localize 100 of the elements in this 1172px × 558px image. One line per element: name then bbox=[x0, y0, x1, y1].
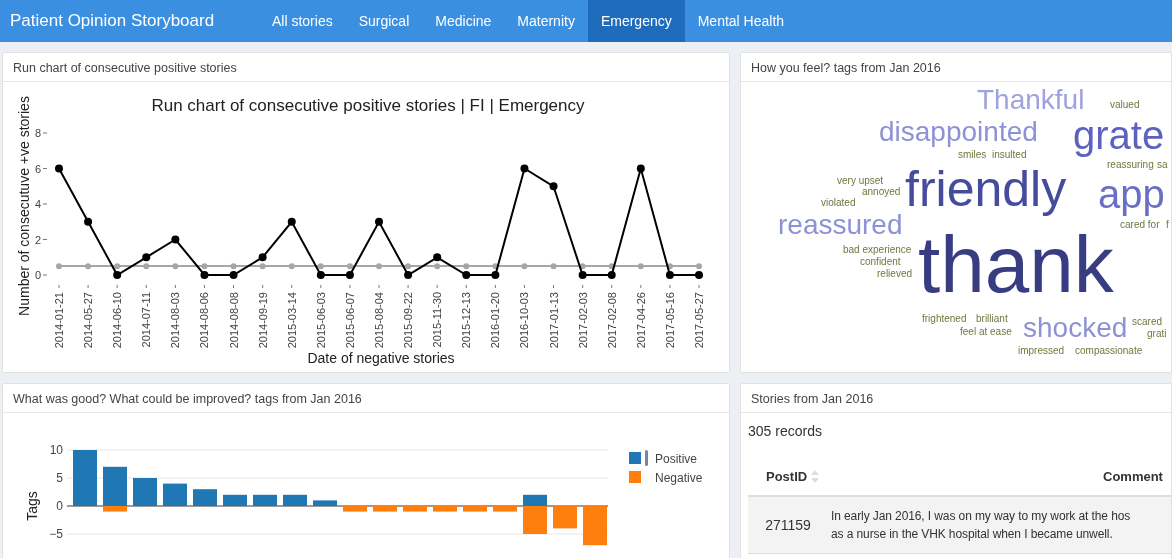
x-tick-label: 2014-09-19 bbox=[256, 292, 269, 349]
data-point bbox=[85, 263, 92, 270]
bar bbox=[223, 494, 247, 506]
y-tick-label: 10 bbox=[49, 443, 63, 457]
data-point bbox=[288, 263, 295, 270]
x-tick-label: 2014-06-10 bbox=[111, 292, 124, 349]
x-tick-label: 2017-04-26 bbox=[634, 292, 647, 349]
bar bbox=[433, 506, 457, 512]
data-point bbox=[142, 253, 151, 262]
legend-swatch bbox=[629, 471, 641, 483]
data-point bbox=[550, 263, 557, 270]
panel-header: Run chart of consecutive positive stories bbox=[3, 53, 729, 82]
x-axis-title: Date of negative stories bbox=[307, 350, 455, 366]
x-tick-label: 2014-08-03 bbox=[169, 292, 182, 349]
y-tick-label: 0 bbox=[56, 499, 63, 513]
data-point bbox=[521, 263, 528, 270]
cloud-word: grati bbox=[1147, 328, 1167, 340]
bar bbox=[403, 506, 427, 512]
nav-tab[interactable]: Medicine bbox=[422, 0, 505, 42]
bar bbox=[193, 489, 217, 506]
cloud-word: disappointed bbox=[879, 116, 1038, 149]
x-tick-label: 2017-02-08 bbox=[605, 292, 618, 349]
cloud-word: valued bbox=[1110, 99, 1140, 111]
table-cell-text: In early Jan 2016, I was on my way to my work at the hos as a nurse in the VHK hospital when I became unwell. bbox=[830, 508, 1131, 543]
x-tick-label: 2014-05-27 bbox=[82, 292, 95, 349]
y-tick-label: 6 bbox=[34, 162, 41, 175]
cloud-word: shocked bbox=[1023, 312, 1128, 345]
legend-label[interactable]: Positive bbox=[655, 452, 698, 466]
data-point bbox=[636, 164, 645, 173]
cloud-word: smiles bbox=[958, 149, 987, 161]
nav-tab[interactable]: Emergency bbox=[587, 0, 685, 42]
x-tick-label: 2015-11-30 bbox=[431, 292, 444, 348]
column-header[interactable]: PostID bbox=[748, 468, 842, 484]
bar bbox=[283, 494, 307, 506]
x-tick-label: 2017-02-03 bbox=[576, 292, 589, 349]
data-point bbox=[55, 164, 63, 173]
legend-swatch bbox=[629, 452, 641, 464]
x-tick-label: 2016-10-03 bbox=[518, 292, 531, 349]
data-point bbox=[84, 217, 93, 226]
app-title[interactable]: Patient Opinion Storyboard bbox=[0, 0, 259, 42]
bar bbox=[133, 478, 157, 506]
panel-header: What was good? What could be improved? tags from Jan 2016 bbox=[3, 384, 729, 413]
x-tick-label: 2014-01-21 bbox=[53, 292, 65, 349]
panel-header: Stories from Jan 2016 bbox=[741, 384, 1171, 413]
table-cell-text: 271159 bbox=[764, 517, 812, 533]
bar bbox=[313, 500, 337, 506]
cloud-word: sa bbox=[1157, 159, 1168, 171]
cloud-word: insulted bbox=[992, 149, 1027, 161]
column-header[interactable]: Comment bbox=[842, 468, 1163, 484]
bar bbox=[553, 506, 577, 529]
nav-tab[interactable]: Maternity bbox=[504, 0, 588, 42]
cloud-word: scared bbox=[1132, 316, 1162, 328]
legend-label[interactable]: Negative bbox=[655, 471, 703, 485]
nav-tab[interactable]: Surgical bbox=[345, 0, 423, 42]
data-point bbox=[433, 253, 442, 262]
cloud-word: confident bbox=[860, 256, 901, 268]
x-tick-label: 2017-05-16 bbox=[663, 292, 676, 349]
y-tick-label: 5 bbox=[56, 471, 63, 485]
nav-tab[interactable]: All stories bbox=[259, 0, 346, 42]
data-point bbox=[520, 164, 529, 173]
bar bbox=[343, 506, 367, 512]
y-tick-label: 4 bbox=[34, 198, 41, 210]
chart-title: Run chart of consecutive positive stories | FI | Emergency bbox=[151, 96, 585, 115]
x-tick-label: 2014-07-11 bbox=[140, 292, 153, 348]
sort-icon[interactable] bbox=[811, 469, 820, 483]
bar bbox=[73, 450, 97, 506]
cloud-word: annoyed bbox=[862, 186, 901, 198]
data-point bbox=[287, 217, 296, 226]
x-tick-label: 2017-01-13 bbox=[547, 292, 560, 349]
cloud-word: very upset bbox=[837, 175, 884, 187]
data-point bbox=[171, 235, 180, 244]
x-tick-label: 2015-09-22 bbox=[402, 292, 415, 349]
y-tick-label: 2 bbox=[34, 233, 41, 246]
data-point bbox=[56, 263, 62, 270]
y-tick-label: −5 bbox=[49, 527, 63, 541]
bar bbox=[583, 506, 607, 546]
cloud-word: reassured bbox=[778, 209, 903, 242]
cloud-word: app bbox=[1098, 171, 1165, 217]
data-point bbox=[549, 182, 558, 191]
bar bbox=[493, 506, 517, 512]
cloud-word: relieved bbox=[877, 268, 913, 280]
cloud-word: cared for bbox=[1120, 219, 1160, 231]
cloud-word: friendly bbox=[905, 161, 1067, 219]
cloud-word: bad experience bbox=[843, 244, 912, 256]
x-tick-label: 2015-03-14 bbox=[285, 292, 298, 349]
y-tick-label: 8 bbox=[34, 127, 41, 139]
data-point bbox=[637, 263, 644, 270]
x-tick-label: 2015-12-13 bbox=[460, 292, 473, 349]
cloud-word: f bbox=[1166, 219, 1169, 231]
cloud-word: thank bbox=[918, 219, 1114, 311]
cloud-word: impressed bbox=[1018, 345, 1065, 357]
panel-header: How you feel? tags from Jan 2016 bbox=[741, 53, 1171, 82]
bar bbox=[463, 506, 487, 512]
cloud-word: violated bbox=[821, 197, 856, 209]
bar bbox=[373, 506, 397, 512]
y-axis-title: Number of consecutuve +ve stories bbox=[16, 96, 32, 316]
data-point bbox=[258, 253, 267, 262]
legend-handle-icon bbox=[645, 450, 648, 466]
nav-tab[interactable]: Mental Health bbox=[684, 0, 798, 42]
x-tick-label: 2014-08-06 bbox=[198, 292, 211, 349]
